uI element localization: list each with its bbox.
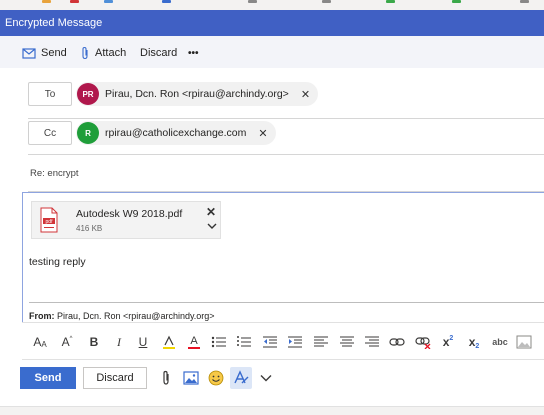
subscript-mark: 2 [475, 342, 480, 350]
remove-recipient-icon[interactable]: ✕ [258, 127, 267, 140]
cc-field: Cc R rpirau@catholicexchange.com ✕ [28, 119, 544, 155]
pdf-type-label: pdf [46, 219, 54, 225]
avatar: R [77, 122, 99, 144]
attachment-card[interactable]: pdf Autodesk W9 2018.pdf 416 KB ✕ [31, 201, 221, 239]
to-label: To [44, 88, 56, 100]
attachment-name: Autodesk W9 2018.pdf [76, 208, 183, 220]
align-left-icon[interactable] [312, 333, 330, 351]
bookmark-icon[interactable] [42, 0, 51, 3]
discard-button[interactable]: Discard [83, 367, 147, 389]
chevron-down-icon[interactable] [207, 222, 217, 230]
superscript-glyph: x [442, 335, 450, 349]
discard-command[interactable]: Discard [140, 46, 177, 60]
send-icon [22, 48, 36, 59]
compose-actions: Send Discard [0, 360, 544, 400]
window-title: Encrypted Message [5, 17, 103, 29]
bookmark-icon[interactable] [104, 0, 113, 3]
remove-recipient-icon[interactable]: ✕ [301, 88, 310, 101]
attach-command[interactable]: Attach [80, 46, 126, 60]
font-color-icon[interactable]: A [185, 333, 203, 351]
highlight-icon[interactable] [160, 333, 178, 351]
align-center-icon[interactable] [338, 333, 356, 351]
body-text: testing reply [29, 256, 86, 268]
cc-button[interactable]: Cc [28, 121, 72, 145]
more-options-button[interactable]: ••• [188, 46, 199, 60]
chevron-down-icon[interactable] [256, 368, 276, 388]
subject-text: Re: encrypt [30, 168, 79, 179]
recipient-name: Pirau, Dcn. Ron <rpirau@archindy.org> [105, 88, 289, 100]
emoji-icon[interactable] [206, 368, 226, 388]
bookmark-icon[interactable] [248, 0, 257, 3]
increase-indent-icon[interactable] [286, 333, 304, 351]
bookmark-icon[interactable] [452, 0, 461, 3]
quoted-from-line: From: Pirau, Dcn. Ron <rpirau@archindy.o… [29, 311, 215, 321]
numbering-icon[interactable] [235, 333, 253, 351]
pdf-file-icon: pdf [40, 207, 58, 233]
attachment-size: 416 KB [76, 224, 103, 233]
insert-image-icon[interactable] [181, 368, 201, 388]
grow-font-icon[interactable]: A ^ [58, 333, 76, 351]
underline-icon[interactable]: U [134, 333, 152, 351]
bookmark-icon[interactable] [322, 0, 331, 3]
remove-attachment-icon[interactable]: ✕ [206, 205, 216, 219]
decrease-indent-icon[interactable] [261, 333, 279, 351]
message-body-editor[interactable]: pdf Autodesk W9 2018.pdf 416 KB ✕ testin… [22, 192, 544, 322]
bullets-icon[interactable] [210, 333, 228, 351]
send-command[interactable]: Send [22, 46, 67, 60]
command-bar: Send Attach Discard ••• [0, 36, 544, 68]
bookmark-icon[interactable] [520, 0, 529, 3]
insert-picture-icon[interactable] [515, 333, 533, 351]
attach-file-icon[interactable] [156, 368, 176, 388]
bookmark-icon[interactable] [162, 0, 171, 3]
to-field: To PR Pirau, Dcn. Ron <rpirau@archindy.o… [28, 68, 544, 119]
bookmark-icon[interactable] [70, 0, 79, 3]
italic-icon[interactable]: I [110, 333, 128, 351]
quoted-from-label: From: [29, 311, 55, 321]
superscript-icon[interactable]: x2 [439, 333, 457, 351]
more-icon: ••• [188, 47, 199, 59]
superscript-mark: 2 [449, 334, 454, 342]
window-bottom-edge [0, 406, 544, 415]
avatar: PR [77, 83, 99, 105]
paperclip-icon [82, 46, 88, 60]
font-size-icon[interactable]: AA [31, 333, 49, 351]
recipient-name: rpirau@catholicexchange.com [105, 127, 247, 139]
window-title-bar: Encrypted Message [0, 10, 544, 36]
subscript-glyph: x [468, 335, 476, 349]
subject-field[interactable]: Re: encrypt [28, 155, 544, 192]
subscript-icon[interactable]: x2 [465, 333, 483, 351]
reply-divider [29, 302, 544, 303]
send-button[interactable]: Send [20, 367, 76, 389]
bookmark-icon[interactable] [386, 0, 395, 3]
cc-label: Cc [43, 127, 57, 139]
insert-link-icon[interactable] [388, 333, 406, 351]
recipient-pill[interactable]: R rpirau@catholicexchange.com ✕ [76, 121, 276, 145]
remove-link-icon[interactable] [414, 333, 432, 351]
formatting-toolbar: AA A ^ B I U A x2 x2 abc [22, 322, 544, 360]
quoted-from-value: Pirau, Dcn. Ron <rpirau@archindy.org> [57, 311, 215, 321]
browser-bookmark-strip [0, 0, 544, 10]
send-command-label: Send [41, 47, 67, 59]
font-color-glyph: A [190, 334, 198, 347]
discard-command-label: Discard [140, 47, 178, 59]
align-right-icon[interactable] [363, 333, 381, 351]
bold-icon[interactable]: B [85, 333, 103, 351]
spelling-icon[interactable]: abc [489, 333, 511, 351]
to-button[interactable]: To [28, 82, 72, 106]
recipient-pill[interactable]: PR Pirau, Dcn. Ron <rpirau@archindy.org>… [76, 82, 319, 106]
attach-command-label: Attach [95, 47, 127, 59]
format-text-icon[interactable] [230, 367, 252, 389]
